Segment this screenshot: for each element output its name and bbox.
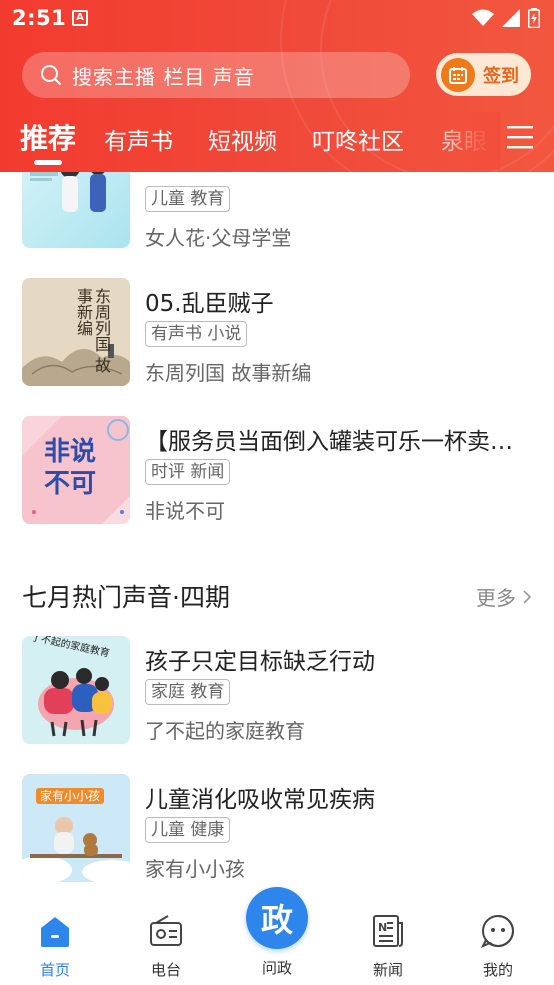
thumbnail-caption: 东周列国 故事新编: [74, 288, 111, 374]
tab-recommend[interactable]: 推荐: [20, 117, 76, 157]
nav-profile-label: 我的: [482, 961, 513, 979]
search-icon: [41, 65, 61, 85]
item-subtitle: 非说不可: [145, 499, 225, 523]
item-thumbnail: 东周列国 故事新编: [22, 278, 130, 386]
nav-radio-label: 电台: [150, 961, 181, 979]
item-thumbnail: 家有小小孩: [22, 774, 130, 882]
tab-community[interactable]: 叮咚社区: [312, 122, 404, 156]
thumbnail-caption: 非说 不可: [44, 437, 97, 499]
nav-home[interactable]: 首页: [15, 913, 95, 980]
home-icon: [41, 917, 69, 947]
wifi-icon: [472, 9, 494, 26]
item-subtitle: 东周列国 故事新编: [145, 361, 312, 385]
list-item[interactable]: 家有小小孩 儿童消化吸收常见疾病 儿童 健康 家有小小孩: [0, 774, 554, 894]
item-title: 孩子只定目标缺乏行动: [145, 649, 375, 675]
tab-audiobook[interactable]: 有声书: [104, 122, 173, 156]
search-bar[interactable]: 搜索主播 栏目 声音: [22, 52, 410, 98]
item-thumbnail: 非说 不可: [22, 416, 130, 524]
item-tag: 有声书 小说: [145, 321, 248, 347]
section-title: 七月热门声音·四期: [22, 583, 230, 612]
tab-fade-overlay: [430, 112, 500, 170]
battery-icon: [528, 8, 540, 28]
search-placeholder: 搜索主播 栏目 声音: [72, 64, 255, 89]
notification-app-icon: A: [72, 10, 88, 26]
item-tag: 儿童 健康: [145, 817, 231, 843]
more-label: 更多: [476, 586, 516, 610]
list-item[interactable]: 了不起的家庭教育 孩子只定目标缺乏行动 家庭 教育 了不起的家庭教育: [0, 636, 554, 756]
app-header: 2:51 A 搜索主播 栏目 声音 签到 推荐 有声书 短视频 叮咚社区 泉眼: [0, 0, 554, 172]
status-indicators: [472, 8, 540, 28]
list-item[interactable]: 儿童 教育 女人花·父母学堂: [0, 172, 554, 260]
thumbnail-caption: 家有小小孩: [36, 788, 105, 804]
status-bar: 2:51 A: [0, 0, 554, 38]
signin-button[interactable]: 签到: [436, 53, 531, 96]
content-list: 儿童 教育 女人花·父母学堂 东周列国 故事新编 05.乱臣贼子 有声书 小说 …: [0, 172, 554, 895]
item-title: 05.乱臣贼子: [145, 291, 274, 317]
item-title: 儿童消化吸收常见疾病: [145, 787, 375, 813]
item-subtitle: 女人花·父母学堂: [145, 226, 292, 250]
nav-wenzheng-label: 问政: [261, 959, 292, 977]
list-item[interactable]: 非说 不可 【服务员当面倒入罐装可乐一杯卖… 时评 新闻 非说不可: [0, 416, 554, 536]
item-tag: 时评 新闻: [145, 459, 231, 485]
nav-radio[interactable]: 电台: [126, 913, 206, 980]
menu-icon[interactable]: [507, 125, 533, 149]
svg-text:N: N: [378, 921, 387, 934]
calendar-icon: [441, 57, 475, 92]
category-tabs: 推荐 有声书 短视频 叮咚社区 泉眼: [0, 112, 554, 170]
nav-wenzheng-button[interactable]: 政: [246, 887, 308, 949]
item-thumbnail: [22, 172, 130, 248]
nav-home-label: 首页: [39, 961, 70, 979]
item-title: 【服务员当面倒入罐装可乐一杯卖…: [145, 429, 513, 455]
nav-profile[interactable]: 我的: [458, 913, 538, 980]
bottom-navigation: 首页 电台 政 问政 N 新闻 我的: [0, 887, 554, 985]
signin-label: 签到: [483, 65, 519, 87]
signal-icon: [502, 9, 520, 27]
chevron-right-icon: [523, 589, 532, 604]
active-tab-indicator: [34, 160, 62, 165]
item-subtitle: 了不起的家庭教育: [145, 719, 305, 743]
nav-news[interactable]: N 新闻: [348, 913, 428, 980]
more-link[interactable]: 更多: [476, 582, 532, 611]
status-time: 2:51: [12, 6, 67, 30]
zheng-icon: 政: [260, 901, 293, 939]
item-tag: 家庭 教育: [145, 679, 231, 705]
list-item[interactable]: 东周列国 故事新编 05.乱臣贼子 有声书 小说 东周列国 故事新编: [0, 278, 554, 398]
profile-icon: [480, 915, 514, 948]
news-icon: N: [373, 915, 403, 947]
item-tag: 儿童 教育: [145, 186, 231, 212]
tab-short-video[interactable]: 短视频: [208, 122, 277, 156]
item-thumbnail: 了不起的家庭教育: [22, 636, 130, 744]
radio-icon: [150, 915, 182, 946]
nav-news-label: 新闻: [372, 961, 403, 979]
item-subtitle: 家有小小孩: [145, 857, 245, 881]
